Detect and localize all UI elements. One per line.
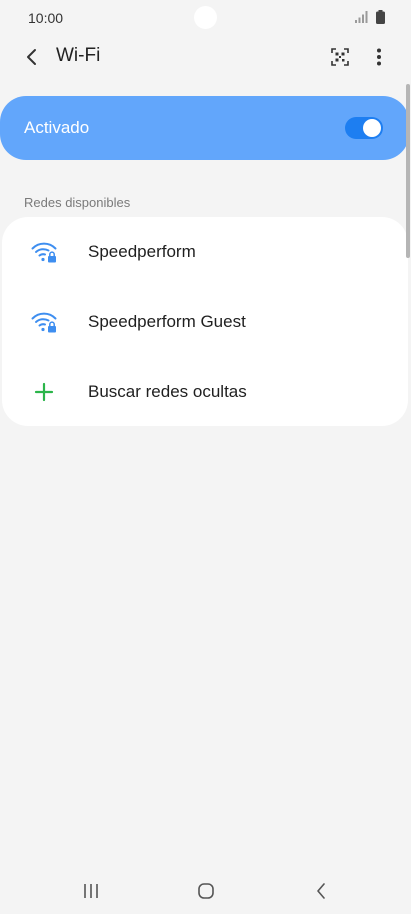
status-icons xyxy=(355,10,385,24)
system-back-button[interactable] xyxy=(307,878,335,904)
recents-icon xyxy=(84,884,98,898)
back-icon xyxy=(317,883,325,899)
wifi-switch[interactable] xyxy=(345,117,383,139)
wifi-locked-icon xyxy=(31,312,57,333)
wifi-toggle-label: Activado xyxy=(24,118,90,137)
app-bar: Wi-Fi xyxy=(0,36,411,78)
status-bar: 10:00 xyxy=(0,0,411,36)
scrollbar[interactable] xyxy=(406,84,410,258)
network-list: Speedperform Speedperform Guest Buscar r… xyxy=(2,217,408,426)
qr-scan-button[interactable] xyxy=(327,44,353,70)
wifi-locked-icon xyxy=(31,242,57,263)
wifi-master-toggle[interactable]: Activado xyxy=(0,96,409,160)
battery-icon xyxy=(376,10,385,24)
qr-code-scan-icon xyxy=(331,48,349,66)
search-hidden-networks-item[interactable]: Buscar redes ocultas xyxy=(2,357,408,427)
plus-icon xyxy=(34,382,54,402)
page-title: Wi-Fi xyxy=(56,45,101,66)
more-vertical-icon xyxy=(377,48,381,66)
camera-cutout xyxy=(194,6,217,29)
home-button[interactable] xyxy=(192,878,220,904)
home-icon xyxy=(198,883,214,899)
network-item-speedperform[interactable]: Speedperform xyxy=(2,217,408,287)
wifi-settings-screen: 10:00 Wi-Fi Activado Redes disponibles S… xyxy=(0,0,411,914)
back-button[interactable] xyxy=(18,43,46,71)
search-hidden-networks-label: Buscar redes ocultas xyxy=(88,382,247,401)
network-name: Speedperform Guest xyxy=(88,312,246,331)
switch-knob xyxy=(363,119,381,137)
navigation-bar xyxy=(0,866,411,914)
signal-icon xyxy=(355,11,368,23)
recents-button[interactable] xyxy=(77,878,105,904)
more-options-button[interactable] xyxy=(367,44,391,70)
network-name: Speedperform xyxy=(88,242,196,261)
chevron-left-icon xyxy=(27,49,36,65)
network-item-speedperform-guest[interactable]: Speedperform Guest xyxy=(2,287,408,357)
status-time: 10:00 xyxy=(28,10,64,26)
available-networks-header: Redes disponibles xyxy=(24,195,131,210)
